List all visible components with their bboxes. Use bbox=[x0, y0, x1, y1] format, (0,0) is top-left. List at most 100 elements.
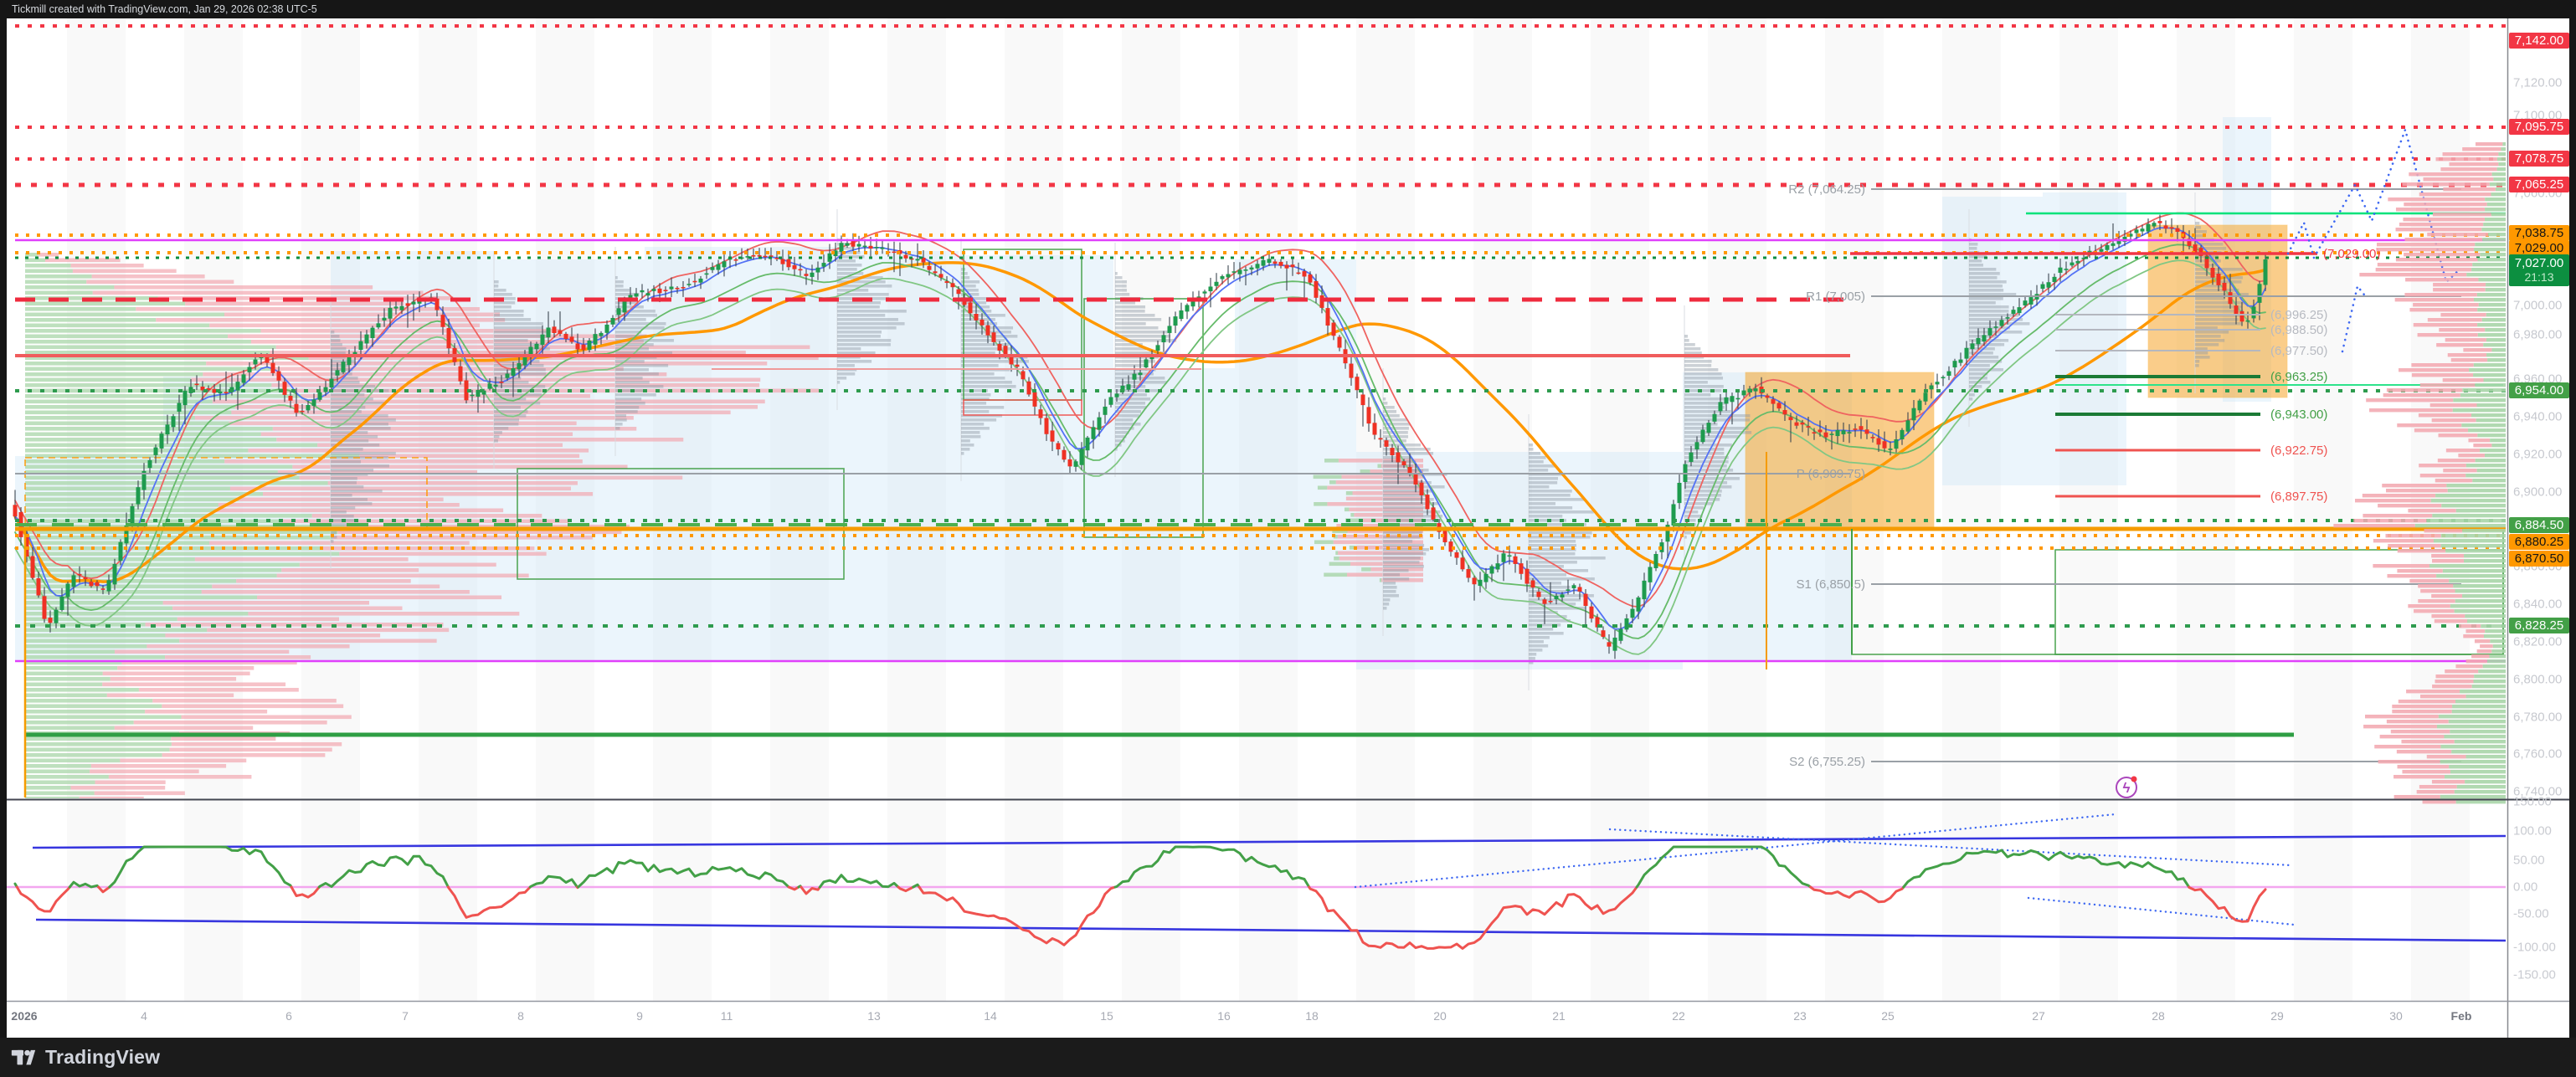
volume-profile-row bbox=[2195, 351, 2208, 355]
volume-profile-row bbox=[615, 393, 656, 397]
volume-profile-row bbox=[2449, 579, 2506, 582]
volume-profile-row bbox=[2355, 499, 2431, 502]
volume-profile-row bbox=[2432, 559, 2464, 562]
volume-profile-row bbox=[25, 291, 93, 295]
volume-profile-row bbox=[2477, 293, 2506, 296]
candle-up bbox=[1133, 374, 1137, 380]
candle-up bbox=[1953, 361, 1957, 367]
candle-down bbox=[1525, 569, 1530, 584]
time-axis-label: 21 bbox=[1552, 1009, 1566, 1023]
volume-profile-row bbox=[248, 449, 589, 453]
volume-profile-row bbox=[2431, 614, 2465, 618]
volume-profile-row bbox=[2461, 423, 2506, 427]
volume-profile-row bbox=[2359, 273, 2466, 276]
volume-profile-row bbox=[147, 644, 349, 649]
candle-down bbox=[681, 287, 686, 289]
volume-profile-row bbox=[109, 775, 252, 779]
candle-up bbox=[711, 267, 715, 270]
volume-profile-row bbox=[2490, 182, 2506, 186]
volume-profile-row bbox=[2478, 333, 2506, 336]
volume-profile-row bbox=[1684, 506, 1704, 510]
candle-up bbox=[1109, 397, 1113, 405]
volume-profile-row bbox=[2440, 167, 2496, 171]
volume-profile-row bbox=[615, 318, 646, 321]
volume-profile-row bbox=[1115, 285, 1127, 288]
volume-profile-row bbox=[2471, 413, 2506, 417]
volume-profile-row bbox=[2388, 574, 2437, 577]
volume-profile-row bbox=[961, 339, 1005, 342]
volume-profile-row bbox=[1969, 301, 1996, 305]
candle-down bbox=[90, 582, 94, 586]
volume-profile-row bbox=[2388, 197, 2485, 201]
tradingview-chart-screenshot: Tickmill created with TradingView.com, J… bbox=[0, 0, 2576, 1077]
volume-profile-row bbox=[331, 339, 340, 342]
alert-lightning-icon[interactable]: ϟ bbox=[2116, 777, 2137, 798]
price-axis-label: 6,920.00 bbox=[2513, 448, 2562, 462]
volume-profile-row bbox=[2436, 343, 2483, 346]
volume-profile-row bbox=[2433, 283, 2486, 286]
volume-profile-row bbox=[2486, 288, 2506, 291]
volume-profile-row bbox=[961, 305, 990, 309]
candle-down bbox=[799, 269, 803, 271]
candle-down bbox=[974, 314, 979, 321]
volume-profile-row bbox=[2195, 364, 2199, 367]
candle-up bbox=[1215, 282, 1219, 286]
volume-profile-row bbox=[2466, 273, 2506, 276]
volume-profile-row bbox=[1529, 573, 1566, 577]
volume-profile-row bbox=[1346, 491, 1353, 495]
candle-down bbox=[1355, 377, 1360, 390]
candle-up bbox=[1625, 618, 1629, 629]
volume-profile-row bbox=[25, 792, 95, 796]
level-price-label: (6,996.25) bbox=[2270, 308, 2327, 322]
volume-profile-row bbox=[837, 377, 846, 380]
volume-profile-row bbox=[331, 469, 373, 472]
volume-profile-row bbox=[25, 335, 228, 339]
volume-profile-row bbox=[2476, 459, 2506, 462]
candle-up bbox=[1080, 449, 1084, 465]
supply-zone-box[interactable] bbox=[1746, 372, 1934, 529]
candle-down bbox=[998, 344, 1002, 351]
volume-profile-row bbox=[2491, 192, 2506, 196]
volume-profile-row bbox=[25, 302, 185, 306]
volume-profile-row bbox=[1684, 410, 1731, 413]
volume-profile-row bbox=[1329, 562, 1350, 567]
volume-profile-row bbox=[331, 464, 389, 468]
volume-profile-row bbox=[1115, 318, 1161, 321]
volume-profile-row bbox=[2397, 423, 2461, 427]
tradingview-logo-icon[interactable] bbox=[11, 1045, 36, 1070]
volume-profile-row bbox=[281, 568, 419, 572]
volume-profile-row bbox=[615, 280, 624, 284]
candle-up bbox=[840, 243, 844, 252]
tradingview-brand[interactable]: TradingView bbox=[45, 1046, 160, 1069]
candle-up bbox=[2111, 244, 2116, 246]
candle-down bbox=[1062, 450, 1067, 460]
volume-profile-row bbox=[2464, 559, 2506, 562]
volume-profile-row bbox=[1115, 402, 1145, 405]
volume-profile-row bbox=[25, 449, 248, 453]
candle-up bbox=[1971, 343, 1975, 349]
volume-profile-row bbox=[1383, 552, 1426, 556]
volume-profile-row bbox=[25, 705, 162, 709]
candle-up bbox=[388, 308, 393, 319]
candle-down bbox=[1068, 459, 1072, 466]
volume-profile-row bbox=[1529, 502, 1555, 505]
volume-profile-row bbox=[1383, 506, 1429, 510]
volume-profile-row bbox=[331, 460, 361, 464]
volume-profile-row bbox=[2402, 770, 2450, 773]
candle-up bbox=[72, 575, 76, 587]
volume-profile-row bbox=[248, 612, 519, 616]
candle-down bbox=[1467, 569, 1471, 577]
volume-profile-row bbox=[331, 481, 357, 485]
price-axis-label: 6,940.00 bbox=[2513, 410, 2562, 424]
volume-profile-row bbox=[231, 411, 730, 415]
volume-profile-row bbox=[300, 563, 496, 567]
volume-profile-row bbox=[1383, 586, 1397, 589]
volume-profile-row bbox=[1684, 372, 1722, 376]
volume-profile-row bbox=[271, 367, 623, 372]
candle-up bbox=[236, 382, 240, 390]
chart-plot[interactable]: R2 (7,064.25)R1 (7,005)P (6,909.75)S1 (6… bbox=[0, 0, 2576, 1077]
candle-up bbox=[2252, 306, 2256, 318]
candle-up bbox=[1156, 345, 1160, 351]
volume-profile-row bbox=[2419, 192, 2491, 196]
volume-profile-row bbox=[25, 764, 91, 768]
